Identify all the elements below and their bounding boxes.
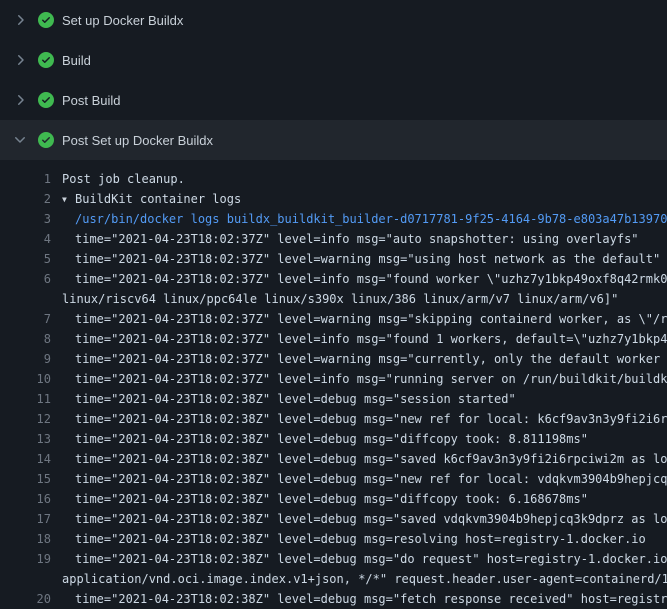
check-circle-icon [38,92,54,108]
log-text: time="2021-04-23T18:02:38Z" level=debug … [62,469,667,489]
log-text: time="2021-04-23T18:02:38Z" level=debug … [62,549,667,569]
log-text: application/vnd.oci.image.index.v1+json,… [62,569,667,589]
log-text: time="2021-04-23T18:02:38Z" level=debug … [62,489,667,509]
command-text: /usr/bin/docker logs buildx_buildkit_bui… [62,209,667,229]
line-number[interactable]: 5 [0,249,51,269]
log-line: 19 time="2021-04-23T18:02:38Z" level=debu… [0,549,667,569]
line-number[interactable]: 16 [0,489,51,509]
line-number [0,569,51,589]
log-container: 1 Post job cleanup. 2 ▼BuildKit container l… [0,160,667,609]
line-number[interactable]: 7 [0,309,51,329]
log-text: time="2021-04-23T18:02:37Z" level=warnin… [62,309,667,329]
line-number[interactable]: 17 [0,509,51,529]
log-text: time="2021-04-23T18:02:38Z" level=debug … [62,449,667,469]
log-text: time="2021-04-23T18:02:37Z" level=warnin… [62,249,667,269]
log-line: 18 time="2021-04-23T18:02:38Z" level=debu… [0,529,667,549]
log-text: time="2021-04-23T18:02:38Z" level=debug … [62,409,667,429]
log-line: 1 Post job cleanup. [0,169,667,189]
line-number[interactable]: 1 [0,169,51,189]
line-number [0,289,51,309]
log-line: 3/usr/bin/docker logs buildx_buildkit_bu… [0,209,667,229]
log-line: linux/riscv64 linux/ppc64le linux/s390x … [0,289,667,309]
log-line: 4 time="2021-04-23T18:02:37Z" level=info … [0,229,667,249]
log-text: time="2021-04-23T18:02:37Z" level=info m… [62,229,667,249]
line-number[interactable]: 11 [0,389,51,409]
line-number[interactable]: 18 [0,529,51,549]
log-line: 8 time="2021-04-23T18:02:37Z" level=info … [0,329,667,349]
group-line[interactable]: ▼BuildKit container logs [62,189,667,209]
line-number[interactable]: 19 [0,549,51,569]
check-circle-icon [38,132,54,148]
step-label: Build [62,53,91,68]
line-number[interactable]: 3 [0,209,51,229]
line-number[interactable]: 2 [0,189,51,209]
line-number[interactable]: 4 [0,229,51,249]
step-row-3[interactable]: Post Set up Docker Buildx [0,120,667,160]
line-number[interactable]: 14 [0,449,51,469]
group-label: BuildKit container logs [75,192,241,206]
line-number[interactable]: 13 [0,429,51,449]
log-line: 6 time="2021-04-23T18:02:37Z" level=info … [0,269,667,289]
line-number[interactable]: 9 [0,349,51,369]
check-circle-icon [38,52,54,68]
log-line: 13 time="2021-04-23T18:02:38Z" level=debu… [0,429,667,449]
check-circle-icon [38,12,54,28]
chevron-down-icon[interactable] [12,132,28,148]
log-line: 14 time="2021-04-23T18:02:38Z" level=debu… [0,449,667,469]
log-text: time="2021-04-23T18:02:37Z" level=info m… [62,269,667,289]
step-label: Post Build [62,93,121,108]
log-text: time="2021-04-23T18:02:37Z" level=info m… [62,329,667,349]
log-text: time="2021-04-23T18:02:37Z" level=warnin… [62,349,667,369]
line-number[interactable]: 12 [0,409,51,429]
chevron-right-icon[interactable] [12,52,28,68]
step-label: Set up Docker Buildx [62,13,183,28]
log-line: 2 ▼BuildKit container logs [0,189,667,209]
step-label: Post Set up Docker Buildx [62,133,213,148]
log-line: 10 time="2021-04-23T18:02:37Z" level=info… [0,369,667,389]
log-text: time="2021-04-23T18:02:37Z" level=info m… [62,369,667,389]
chevron-right-icon[interactable] [12,92,28,108]
log-line: 9 time="2021-04-23T18:02:37Z" level=warni… [0,349,667,369]
line-number[interactable]: 20 [0,589,51,609]
log-text: time="2021-04-23T18:02:38Z" level=debug … [62,529,667,549]
step-row-2[interactable]: Post Build [0,80,667,120]
log-line: 17 time="2021-04-23T18:02:38Z" level=debu… [0,509,667,529]
log-line: 7 time="2021-04-23T18:02:37Z" level=warni… [0,309,667,329]
log-text: time="2021-04-23T18:02:38Z" level=debug … [62,509,667,529]
log-line: 16 time="2021-04-23T18:02:38Z" level=debu… [0,489,667,509]
step-row-0[interactable]: Set up Docker Buildx [0,0,667,40]
log-line: 15 time="2021-04-23T18:02:38Z" level=debu… [0,469,667,489]
line-number[interactable]: 6 [0,269,51,289]
log-text: time="2021-04-23T18:02:38Z" level=debug … [62,429,667,449]
step-list: Set up Docker Buildx Build Post Build Post … [0,0,667,160]
line-number[interactable]: 8 [0,329,51,349]
log-line: application/vnd.oci.image.index.v1+json,… [0,569,667,589]
log-line: 5 time="2021-04-23T18:02:37Z" level=warni… [0,249,667,269]
log-line: 12 time="2021-04-23T18:02:38Z" level=debu… [0,409,667,429]
step-row-1[interactable]: Build [0,40,667,80]
log-text: time="2021-04-23T18:02:38Z" level=debug … [62,589,667,609]
log-line: 20 time="2021-04-23T18:02:38Z" level=debu… [0,589,667,609]
log-line: 11 time="2021-04-23T18:02:38Z" level=debu… [0,389,667,409]
chevron-right-icon[interactable] [12,12,28,28]
actions-log-viewer: Set up Docker Buildx Build Post Build Post … [0,0,667,609]
log-text: Post job cleanup. [62,169,667,189]
log-text: time="2021-04-23T18:02:38Z" level=debug … [62,389,667,409]
line-number[interactable]: 10 [0,369,51,389]
log-text: linux/riscv64 linux/ppc64le linux/s390x … [62,289,667,309]
line-number[interactable]: 15 [0,469,51,489]
group-toggle-icon[interactable]: ▼ [62,190,75,209]
